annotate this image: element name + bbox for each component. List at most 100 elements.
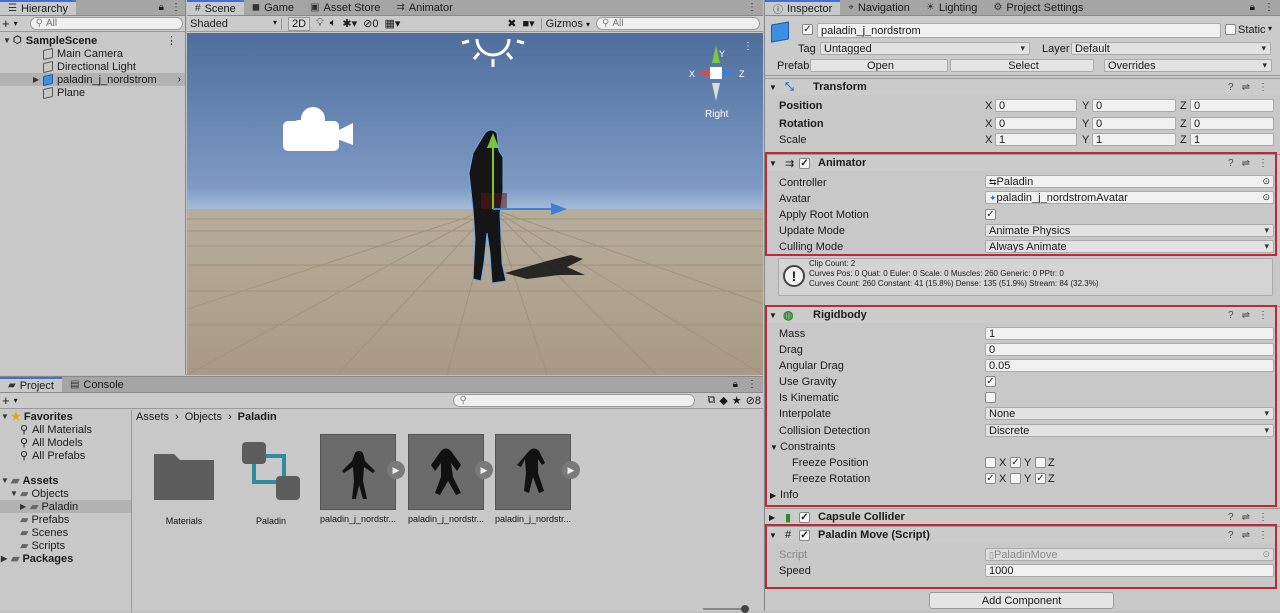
camera-settings-icon[interactable]: ■▾: [522, 17, 534, 30]
asset-animation-clip-2[interactable]: ▶ paladin_j_nordstr...: [408, 434, 493, 524]
favorite-all-prefabs[interactable]: ⚲ All Prefabs: [0, 449, 131, 463]
interpolate-dropdown[interactable]: None: [985, 407, 1274, 420]
more-icon[interactable]: ⋮: [1258, 158, 1268, 169]
scale-y-field[interactable]: 1: [1092, 133, 1176, 146]
freeze-rotation-x-checkbox[interactable]: ✓: [985, 473, 996, 484]
tab-game[interactable]: ◼ Game: [244, 0, 302, 15]
freeze-rotation-z-checkbox[interactable]: ✓: [1035, 473, 1046, 484]
collapse-arrow-icon[interactable]: ▼: [765, 159, 779, 168]
asset-paladin-controller[interactable]: Paladin: [233, 434, 309, 526]
zoom-slider[interactable]: [703, 605, 749, 613]
layer-dropdown[interactable]: Default: [1071, 42, 1271, 55]
grid-toggle-icon[interactable]: ▦▾: [384, 17, 400, 30]
rotation-z-field[interactable]: 0: [1190, 117, 1274, 130]
capsule-enabled-checkbox[interactable]: ✓: [799, 511, 810, 523]
filter-type-icon[interactable]: ⧉: [707, 394, 715, 407]
tab-lighting[interactable]: ☀ Lighting: [918, 0, 986, 15]
mass-field[interactable]: 1: [985, 327, 1274, 340]
breadcrumb-paladin[interactable]: Paladin: [238, 411, 277, 423]
axis-z-label[interactable]: Z: [1180, 134, 1187, 146]
scale-x-field[interactable]: 1: [995, 133, 1077, 146]
scale-z-field[interactable]: 1: [1190, 133, 1274, 146]
rigidbody-header[interactable]: ▼ ◍ Rigidbody ? ⇌ ⋮: [765, 306, 1280, 323]
collapse-arrow-icon[interactable]: ▼: [765, 531, 779, 540]
expand-arrow-icon[interactable]: ▶: [33, 75, 43, 84]
asset-animation-clip-1[interactable]: ▶ paladin_j_nordstr...: [320, 434, 405, 524]
lock-icon[interactable]: 🔒︎: [156, 2, 167, 13]
capsule-collider-header[interactable]: ▶ ▮ ✓ Capsule Collider ? ⇌ ⋮: [765, 508, 1280, 525]
add-icon[interactable]: +: [2, 16, 10, 31]
tab-console[interactable]: ▤ Console: [62, 377, 132, 392]
more-icon[interactable]: ⋮: [741, 2, 763, 13]
directional-light-gizmo[interactable]: [461, 38, 525, 67]
object-name-field[interactable]: paladin_j_nordstrom: [817, 23, 1221, 38]
transform-header[interactable]: ▼ ⤡ Transform ? ⇌ ⋮: [765, 78, 1280, 95]
expand-arrow-icon[interactable]: ▶: [765, 513, 779, 522]
asset-materials-folder[interactable]: Materials: [146, 434, 222, 526]
info-foldout[interactable]: ▶ Info: [770, 488, 798, 502]
hierarchy-search-input[interactable]: [45, 18, 177, 29]
tab-project-settings[interactable]: ⚙ Project Settings: [985, 0, 1091, 15]
constraints-foldout[interactable]: ▼ Constraints: [770, 440, 836, 454]
favorite-all-materials[interactable]: ⚲ All Materials: [0, 423, 131, 437]
more-icon[interactable]: ⋮: [1258, 82, 1268, 93]
more-icon[interactable]: ⋮: [167, 2, 185, 13]
favorite-star-icon[interactable]: ★: [732, 394, 742, 407]
play-icon[interactable]: ▶: [475, 461, 493, 479]
axis-x-label[interactable]: X: [985, 118, 992, 130]
favorite-all-models[interactable]: ⚲ All Models: [0, 436, 131, 450]
prefab-overrides-dropdown[interactable]: Overrides: [1104, 59, 1272, 72]
preset-icon[interactable]: ⇌: [1242, 82, 1250, 93]
culling-mode-label[interactable]: Culling Mode: [779, 240, 843, 254]
folder-objects[interactable]: ▼ ▰ Objects: [0, 487, 131, 501]
freeze-position-x-checkbox[interactable]: [985, 457, 996, 468]
angular-drag-label[interactable]: Angular Drag: [779, 359, 844, 373]
speed-field[interactable]: 1000: [985, 564, 1274, 577]
scene-more-icon[interactable]: ⋮: [743, 41, 753, 52]
prefab-open-button[interactable]: Open: [810, 59, 948, 72]
hierarchy-item-paladin[interactable]: ▶ paladin_j_nordstrom ›: [0, 73, 185, 86]
position-label[interactable]: Position: [779, 99, 822, 113]
preset-icon[interactable]: ⇌: [1242, 530, 1250, 541]
drag-field[interactable]: 0: [985, 343, 1274, 356]
tab-navigation[interactable]: ⌖ Navigation: [840, 0, 918, 15]
play-icon[interactable]: ▶: [562, 461, 580, 479]
axis-x-label[interactable]: X: [985, 134, 992, 146]
play-icon[interactable]: ▶: [387, 461, 405, 479]
animator-enabled-checkbox[interactable]: ✓: [799, 157, 810, 169]
add-icon[interactable]: +: [2, 393, 10, 408]
preset-icon[interactable]: ⇌: [1242, 310, 1250, 321]
expand-arrow-icon[interactable]: ▼: [10, 489, 20, 498]
is-kinematic-label[interactable]: Is Kinematic: [779, 391, 839, 405]
more-icon[interactable]: ⋮: [741, 379, 763, 390]
tab-scene[interactable]: # Scene: [187, 0, 244, 15]
is-kinematic-checkbox[interactable]: [985, 392, 996, 403]
more-icon[interactable]: ⋮: [1258, 2, 1280, 13]
help-icon[interactable]: ?: [1228, 158, 1234, 169]
axis-y-label[interactable]: Y: [1082, 134, 1089, 146]
collapse-arrow-icon[interactable]: ▼: [770, 443, 780, 452]
more-icon[interactable]: ⋮: [1258, 512, 1268, 523]
collapse-arrow-icon[interactable]: ▼: [765, 83, 779, 92]
shading-mode-dropdown[interactable]: Shaded ▾: [190, 17, 282, 30]
static-chevron-icon[interactable]: ▾: [1268, 24, 1272, 33]
axis-z-label[interactable]: Z: [1180, 100, 1187, 112]
project-search-input[interactable]: [469, 395, 690, 406]
lock-icon[interactable]: 🔒︎: [730, 379, 741, 390]
tab-asset-store[interactable]: ▣ Asset Store: [302, 0, 388, 15]
filter-label-icon[interactable]: ◆: [719, 394, 727, 407]
tab-hierarchy[interactable]: ☰ Hierarchy: [0, 0, 77, 15]
chevron-down-icon[interactable]: ▾: [14, 396, 18, 405]
folder-scripts[interactable]: ▰ Scripts: [0, 539, 131, 553]
script-enabled-checkbox[interactable]: ✓: [799, 529, 810, 541]
scale-label[interactable]: Scale: [779, 133, 807, 147]
position-y-field[interactable]: 0: [1092, 99, 1176, 112]
drag-label[interactable]: Drag: [779, 343, 803, 357]
orientation-gizmo[interactable]: Y Z X Right: [689, 45, 745, 120]
culling-mode-dropdown[interactable]: Always Animate: [985, 240, 1274, 253]
rotation-label[interactable]: Rotation: [779, 117, 824, 131]
folder-paladin[interactable]: ▶ ▰ Paladin: [0, 500, 131, 513]
hidden-objects-button[interactable]: ⊘0: [363, 17, 378, 30]
collapse-arrow-icon[interactable]: ▼: [765, 311, 779, 320]
scene-row[interactable]: ▼ ⬡ SampleScene ⋮: [0, 34, 185, 48]
